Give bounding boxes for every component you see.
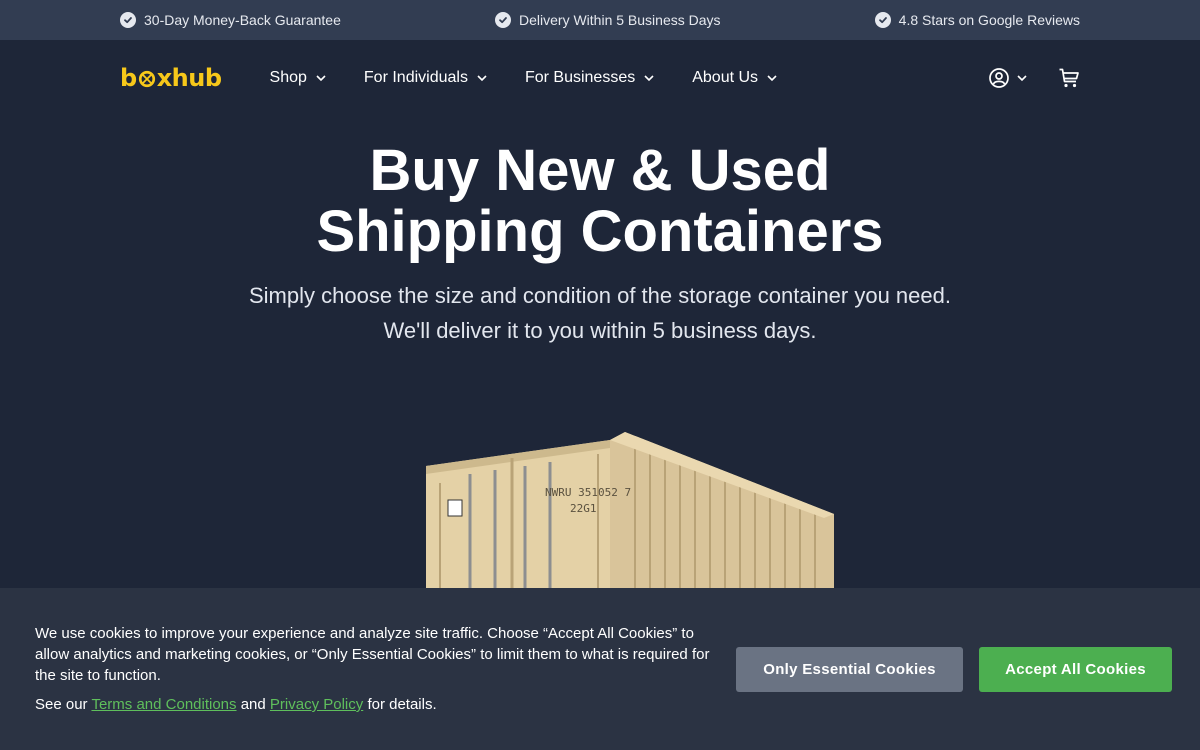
nav-shop[interactable]: Shop [270, 69, 327, 87]
account-icon [989, 68, 1009, 88]
cookie-see-our: See our [35, 696, 88, 713]
cookie-banner: We use cookies to improve your experienc… [0, 588, 1200, 750]
boxhub-logo[interactable]: b xhub [120, 64, 222, 92]
hero-subtitle-line1: Simply choose the size and condition of … [248, 283, 951, 308]
shipping-container-image: NWRU 351052 7 22G1 [426, 432, 834, 598]
cookie-message: We use cookies to improve your experienc… [35, 623, 725, 715]
cookie-and: and [240, 696, 266, 713]
hero-title: Buy New & Used Shipping Containers [0, 140, 1200, 262]
nav-label: About Us [692, 69, 759, 86]
nav-label: Shop [269, 69, 307, 86]
check-circle-icon [874, 12, 891, 28]
hero-subtitle: Simply choose the size and condition of … [0, 278, 1200, 348]
site-header: b xhub Shop For Individuals For Business… [0, 40, 1200, 116]
perk-label: 4.8 Stars on Google Reviews [898, 12, 1080, 28]
nav-for-individuals[interactable]: For Individuals [364, 69, 488, 87]
chevron-down-icon [316, 75, 326, 82]
cookie-description: We use cookies to improve your experienc… [35, 625, 710, 684]
cookie-for-details: for details. [367, 696, 437, 713]
header-actions [988, 40, 1080, 116]
container-type-text: 22G1 [570, 502, 597, 515]
chevron-down-icon [477, 75, 487, 82]
cookie-actions: Only Essential Cookies Accept All Cookie… [736, 646, 1172, 692]
accept-all-cookies-button[interactable]: Accept All Cookies [979, 646, 1172, 692]
logo-ball-icon [138, 70, 155, 88]
chevron-down-icon [767, 75, 777, 82]
chevron-down-icon [1017, 75, 1027, 82]
privacy-link[interactable]: Privacy Policy [270, 696, 363, 713]
perk-guarantee: 30-Day Money-Back Guarantee [120, 12, 341, 28]
account-menu-button[interactable] [988, 67, 1028, 89]
nav-label: For Businesses [524, 69, 636, 86]
terms-link[interactable]: Terms and Conditions [91, 696, 236, 713]
only-essential-cookies-button[interactable]: Only Essential Cookies [736, 646, 963, 692]
hero-section: Buy New & Used Shipping Containers Simpl… [0, 116, 1200, 348]
hero-title-line2: Shipping Containers [316, 199, 884, 264]
logo-prefix: b [120, 64, 137, 92]
nav-about-us[interactable]: About Us [692, 69, 778, 87]
cookie-links-line: See our Terms and Conditions and Privacy… [35, 694, 725, 715]
cart-icon [1059, 68, 1079, 88]
check-circle-icon [495, 12, 512, 28]
logo-suffix: xhub [156, 64, 222, 92]
perk-label: Delivery Within 5 Business Days [519, 12, 721, 28]
perk-label: 30-Day Money-Back Guarantee [144, 12, 341, 28]
main-nav: Shop For Individuals For Businesses Abou… [270, 69, 779, 87]
check-circle-icon [120, 12, 136, 28]
nav-label: For Individuals [363, 69, 468, 86]
hero-title-line1: Buy New & Used [369, 138, 831, 203]
perk-reviews: 4.8 Stars on Google Reviews [874, 12, 1080, 28]
container-id-text: NWRU 351052 7 [545, 486, 631, 499]
chevron-down-icon [644, 75, 654, 82]
hero-subtitle-line2: We'll deliver it to you within 5 busines… [383, 318, 817, 343]
perk-delivery: Delivery Within 5 Business Days [495, 12, 721, 28]
perks-bar: 30-Day Money-Back Guarantee Delivery Wit… [0, 0, 1200, 40]
nav-for-businesses[interactable]: For Businesses [525, 69, 655, 87]
cart-button[interactable] [1058, 67, 1080, 89]
